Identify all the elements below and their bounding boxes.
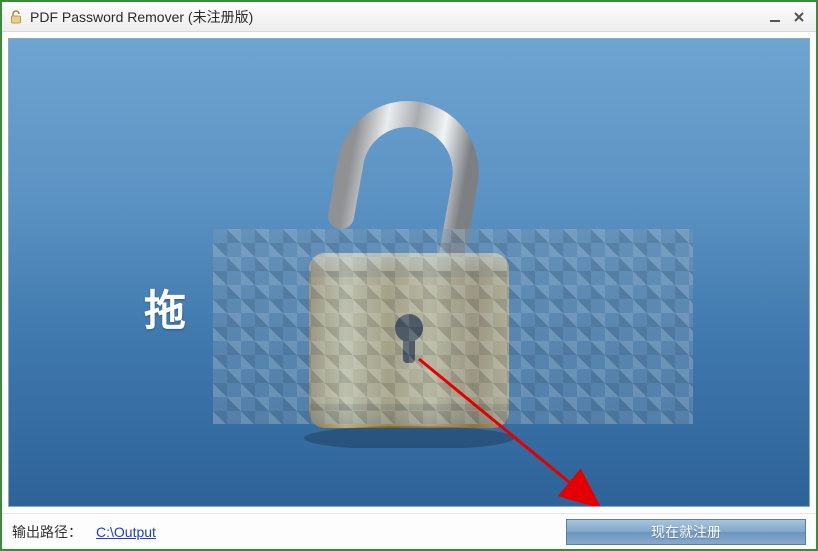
censored-overlay	[213, 229, 693, 424]
footer-bar: 输出路径： C:\Output 现在就注册	[2, 513, 816, 549]
register-now-button[interactable]: 现在就注册	[566, 519, 806, 545]
close-button[interactable]	[788, 7, 810, 27]
output-path-label: 输出路径：	[12, 522, 82, 542]
window-title: PDF Password Remover (未注册版)	[30, 7, 762, 27]
drop-zone[interactable]: 拖	[8, 38, 810, 507]
app-window: PDF Password Remover (未注册版)	[0, 0, 818, 551]
drag-hint-text: 拖	[144, 277, 188, 338]
output-path-link[interactable]: C:\Output	[96, 524, 156, 540]
padlock-icon	[8, 9, 24, 25]
titlebar: PDF Password Remover (未注册版)	[2, 2, 816, 32]
minimize-button[interactable]	[764, 7, 786, 27]
content-area: 拖	[2, 32, 816, 513]
